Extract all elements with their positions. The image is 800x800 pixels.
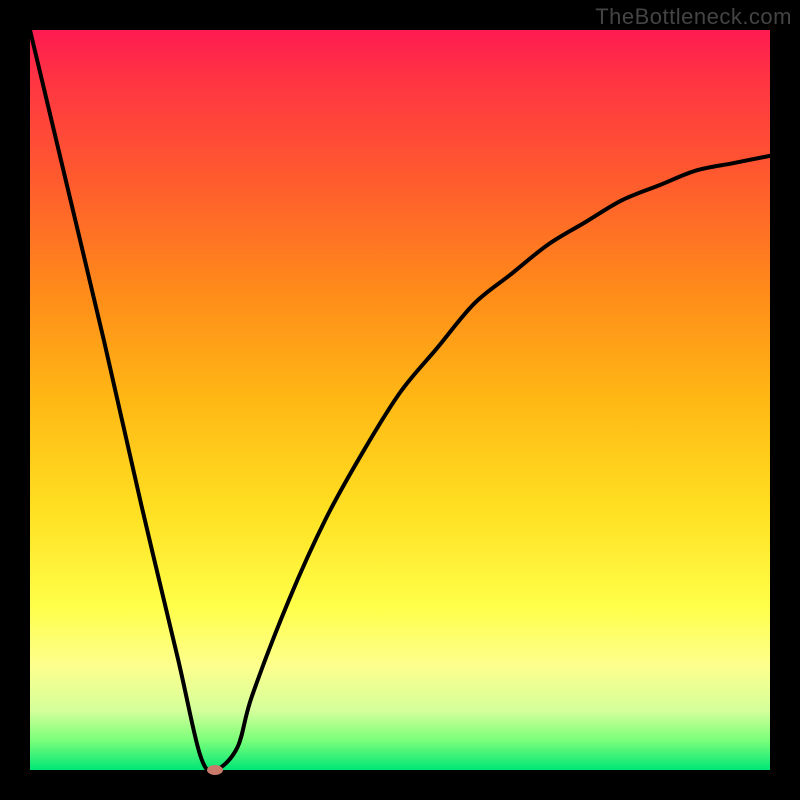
plot-area bbox=[30, 30, 770, 770]
optimal-point-marker bbox=[207, 765, 223, 775]
attribution-text: TheBottleneck.com bbox=[595, 4, 792, 30]
curve-svg bbox=[30, 30, 770, 770]
chart-frame: TheBottleneck.com bbox=[0, 0, 800, 800]
bottleneck-curve-path bbox=[30, 30, 770, 770]
